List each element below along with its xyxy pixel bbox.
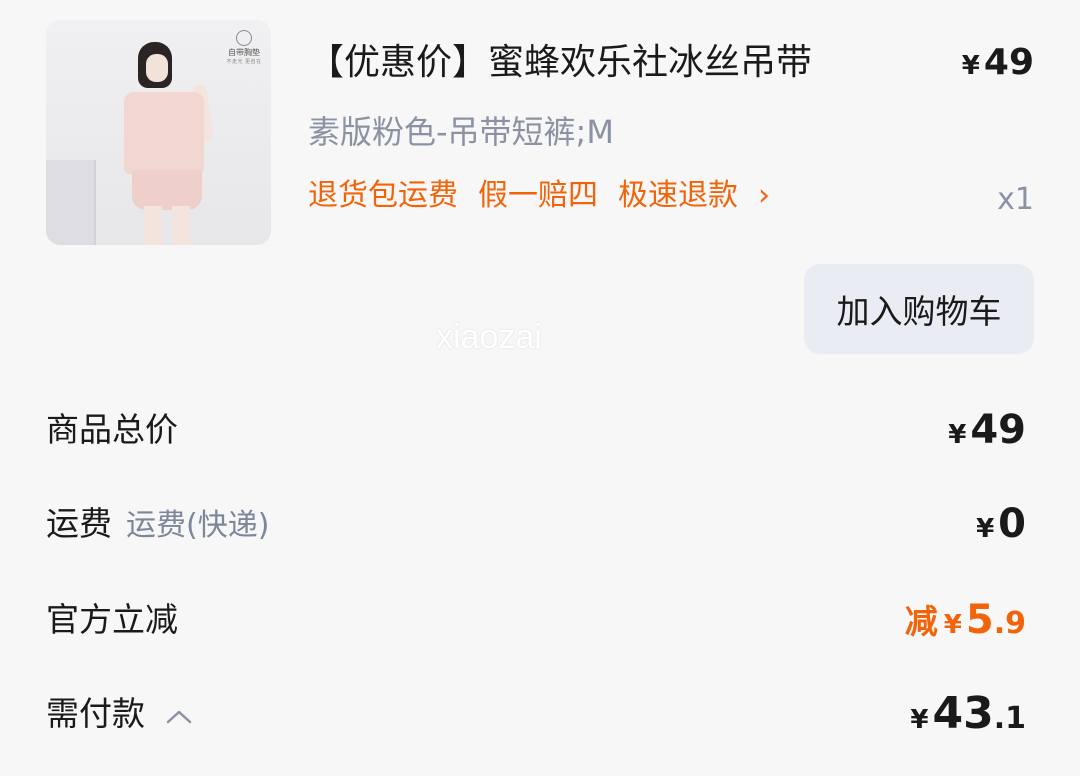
brand-logo: 自带胸垫 不走光 更自在 (224, 30, 264, 66)
product-price: ¥49 (962, 40, 1034, 89)
currency-symbol: ¥ (943, 610, 962, 640)
chevron-up-icon[interactable] (165, 686, 193, 746)
image-figure-top (124, 92, 204, 174)
currency-symbol: ¥ (961, 51, 980, 81)
discount-value-int: 5 (965, 597, 994, 643)
payable-value-int: 43 (932, 688, 994, 739)
add-to-cart-button[interactable]: 加入购物车 (804, 264, 1034, 354)
shipping-amount: ¥0 (976, 494, 1026, 559)
goods-total-value: 49 (970, 407, 1026, 453)
official-discount-amount: 减 ¥5.9 (905, 590, 1026, 655)
brand-logo-icon (236, 30, 252, 46)
service-free-return-shipping: 退货包运费 (308, 178, 458, 213)
product-quantity: x1 (997, 182, 1034, 217)
product-price-value: 49 (983, 42, 1034, 83)
payable-value-dec: .1 (993, 701, 1026, 736)
payable-amount: ¥43.1 (910, 684, 1026, 750)
chevron-right-icon: › (758, 178, 770, 213)
currency-symbol: ¥ (948, 420, 967, 450)
shipping-value: 0 (998, 501, 1026, 547)
service-fake-compensation: 假一赔四 (478, 178, 598, 213)
discount-value-dec: .9 (993, 606, 1026, 641)
product-image[interactable]: 自带胸垫 不走光 更自在 (46, 20, 271, 245)
service-guarantees[interactable]: 退货包运费 假一赔四 极速退款 › (308, 174, 770, 218)
currency-symbol: ¥ (910, 705, 929, 735)
brand-logo-name: 自带胸垫 (228, 48, 260, 57)
image-figure-leg (144, 206, 162, 245)
goods-total-label: 商品总价 (46, 410, 178, 449)
goods-total-row: 商品总价 ¥49 (46, 400, 1026, 460)
currency-symbol: ¥ (976, 514, 995, 544)
product-variant: 素版粉色-吊带短裤;M (308, 113, 614, 151)
official-discount-label: 官方立减 (46, 600, 178, 639)
goods-total-amount: ¥49 (948, 400, 1026, 465)
payable-row[interactable]: 需付款 ¥43.1 (46, 684, 1026, 744)
image-figure-leg (172, 206, 190, 245)
discount-prefix: 减 (904, 602, 938, 641)
payable-label-group: 需付款 (46, 684, 193, 746)
service-fast-refund: 极速退款 (618, 178, 738, 213)
image-wall-panel (46, 160, 96, 245)
brand-logo-tagline: 不走光 更自在 (226, 59, 262, 65)
payable-label: 需付款 (46, 694, 145, 733)
image-figure-face (146, 54, 168, 82)
product-title[interactable]: 【优惠价】蜜蜂欢乐社冰丝吊带 (308, 40, 812, 86)
watermark: xiaozai (436, 318, 542, 356)
shipping-method: 运费(快递) (126, 508, 270, 543)
official-discount-row: 官方立减 减 ¥5.9 (46, 590, 1026, 650)
product-card: 自带胸垫 不走光 更自在 【优惠价】蜜蜂欢乐社冰丝吊带 ¥49 素版粉色-吊带短… (46, 20, 1034, 360)
shipping-label: 运费 (46, 504, 112, 543)
image-figure-shorts (132, 170, 202, 210)
shipping-row: 运费 运费(快递) ¥0 (46, 494, 1026, 554)
shipping-label-group: 运费 运费(快递) (46, 494, 269, 556)
